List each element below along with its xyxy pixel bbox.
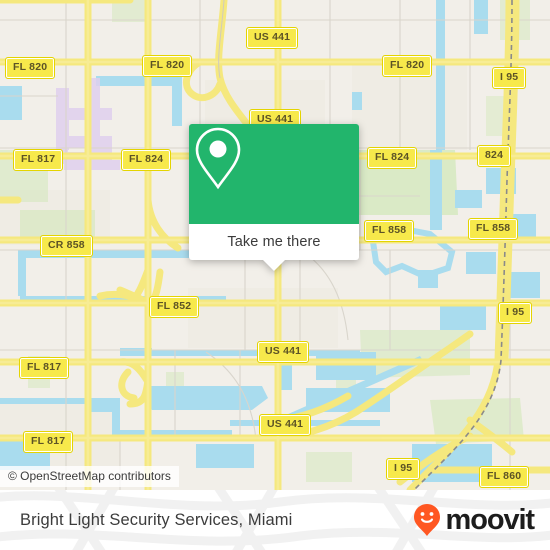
road-shield-label: CR 858 bbox=[40, 235, 93, 257]
road-shield-label: I 95 bbox=[497, 302, 533, 324]
map-pin-icon bbox=[195, 127, 241, 190]
map-screenshot: FL 820 FL 820 FL 820 I 95 US 441 US 441 FL 817… bbox=[0, 0, 550, 550]
road-shield-label: US 441 bbox=[258, 414, 312, 436]
road-shield-label: FL 824 bbox=[366, 147, 418, 169]
popup-card-tail bbox=[263, 260, 285, 271]
footer-bar: Bright Light Security Services, Miami mo… bbox=[0, 490, 550, 550]
road-shield-label: FL 820 bbox=[141, 55, 193, 77]
road-shield-label: FL 858 bbox=[467, 218, 519, 240]
osm-attribution[interactable]: © OpenStreetMap contributors bbox=[0, 466, 179, 487]
road-shield-label: FL 824 bbox=[120, 149, 172, 171]
map-canvas[interactable]: FL 820 FL 820 FL 820 I 95 US 441 US 441 FL 817… bbox=[0, 0, 550, 490]
road-shield-label: FL 817 bbox=[18, 357, 70, 379]
moovit-logo[interactable]: moovit bbox=[412, 490, 536, 550]
road-shield-label: FL 852 bbox=[148, 296, 200, 318]
road-shield-label: I 95 bbox=[491, 67, 527, 89]
road-shield-label: I 95 bbox=[385, 458, 421, 480]
take-me-there-label: Take me there bbox=[227, 234, 321, 250]
road-shield-label: FL 860 bbox=[478, 466, 530, 488]
road-shield-label: FL 820 bbox=[4, 57, 56, 79]
road-shield-label: 824 bbox=[476, 145, 512, 167]
road-shield-label: FL 820 bbox=[381, 55, 433, 77]
road-shield-label: FL 817 bbox=[22, 431, 74, 453]
moovit-wordmark: moovit bbox=[445, 503, 536, 536]
destination-popup-card[interactable]: Take me there bbox=[189, 124, 359, 271]
moovit-smiling-pin-icon bbox=[413, 504, 440, 536]
road-shield-label: US 441 bbox=[245, 27, 299, 49]
popup-card-action[interactable]: Take me there bbox=[189, 224, 359, 260]
road-shield-label: US 441 bbox=[256, 341, 310, 363]
place-title: Bright Light Security Services, Miami bbox=[20, 510, 293, 529]
road-shield-label: FL 817 bbox=[12, 149, 64, 171]
popup-card-header bbox=[189, 124, 359, 224]
road-shield-label: FL 858 bbox=[363, 220, 415, 242]
